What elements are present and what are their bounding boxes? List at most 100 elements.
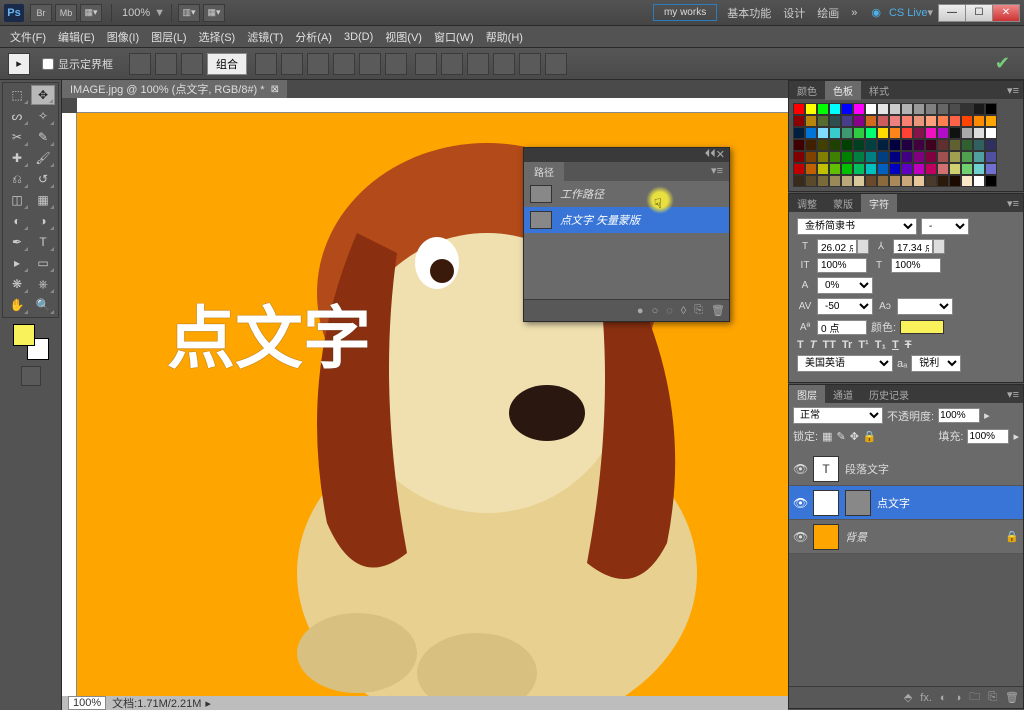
swatch[interactable] xyxy=(793,163,805,175)
hand-tool[interactable]: ✋ xyxy=(5,295,29,315)
strike-button[interactable]: Ŧ xyxy=(905,339,912,351)
swatch[interactable] xyxy=(949,127,961,139)
swatch[interactable] xyxy=(865,163,877,175)
dist-6[interactable] xyxy=(545,53,567,75)
text-color-swatch[interactable] xyxy=(900,320,944,334)
swatch[interactable] xyxy=(805,115,817,127)
swatch[interactable] xyxy=(889,175,901,187)
align-bottom[interactable] xyxy=(307,53,329,75)
tab-swatches[interactable]: 色板 xyxy=(825,81,861,100)
make-path-icon[interactable]: ◊ xyxy=(681,305,686,317)
swatch[interactable] xyxy=(889,151,901,163)
swatch[interactable] xyxy=(985,115,997,127)
workspace-painting[interactable]: 绘画 xyxy=(817,5,839,21)
swatch[interactable] xyxy=(973,103,985,115)
tab-paths[interactable]: 路径 xyxy=(524,162,564,181)
swatch[interactable] xyxy=(937,127,949,139)
swatch[interactable] xyxy=(901,127,913,139)
swatch[interactable] xyxy=(817,103,829,115)
swatch[interactable] xyxy=(877,115,889,127)
bold-button[interactable]: T xyxy=(797,339,804,351)
font-size-input[interactable] xyxy=(817,239,857,254)
superscript-button[interactable]: T¹ xyxy=(858,339,868,351)
bridge-button[interactable]: Br xyxy=(30,4,52,22)
fill-path-icon[interactable]: ● xyxy=(637,305,644,317)
swatch[interactable] xyxy=(841,163,853,175)
swatch[interactable] xyxy=(961,127,973,139)
swatch[interactable] xyxy=(985,151,997,163)
new-path-icon[interactable]: ⎘ xyxy=(694,304,703,317)
underline-button[interactable]: T xyxy=(892,339,899,351)
swatch[interactable] xyxy=(961,115,973,127)
swatch[interactable] xyxy=(973,175,985,187)
group-button[interactable]: 组合 xyxy=(207,53,247,75)
swatch[interactable] xyxy=(985,127,997,139)
tab-mask[interactable]: 蒙版 xyxy=(825,194,861,213)
swatch[interactable] xyxy=(901,139,913,151)
swatch[interactable] xyxy=(925,163,937,175)
minibridge-button[interactable]: Mb xyxy=(55,4,77,22)
swatch[interactable] xyxy=(901,103,913,115)
mask-icon[interactable]: ◐ xyxy=(940,692,947,704)
link-layers-icon[interactable]: ⬘ xyxy=(904,691,912,704)
extras-button[interactable]: ▥▾ xyxy=(178,4,200,22)
arrange-button[interactable]: ▦▾ xyxy=(203,4,225,22)
swatch[interactable] xyxy=(853,115,865,127)
swatch[interactable] xyxy=(913,115,925,127)
swatch[interactable] xyxy=(925,115,937,127)
dist-5[interactable] xyxy=(519,53,541,75)
swatch[interactable] xyxy=(913,175,925,187)
swatch[interactable] xyxy=(853,127,865,139)
swatch[interactable] xyxy=(829,127,841,139)
canvas-text-layer[interactable]: 点文字 xyxy=(167,283,371,382)
swatch[interactable] xyxy=(973,127,985,139)
swatch[interactable] xyxy=(817,151,829,163)
menu-help[interactable]: 帮助(H) xyxy=(480,27,529,47)
swatch[interactable] xyxy=(913,163,925,175)
swatch[interactable] xyxy=(805,175,817,187)
swatch[interactable] xyxy=(805,103,817,115)
swatch[interactable] xyxy=(961,175,973,187)
swatch[interactable] xyxy=(889,139,901,151)
swatch[interactable] xyxy=(829,115,841,127)
show-bounds-checkbox[interactable]: 显示定界框 xyxy=(42,56,113,72)
layer-item-pointtext[interactable]: 👁 点文字 xyxy=(789,486,1023,520)
workspace-myworks[interactable]: my works xyxy=(653,4,717,21)
swatch[interactable] xyxy=(889,103,901,115)
align-vcenter[interactable] xyxy=(281,53,303,75)
swatch[interactable] xyxy=(865,127,877,139)
swatch[interactable] xyxy=(877,139,889,151)
swatch[interactable] xyxy=(961,103,973,115)
workspace-more[interactable]: » xyxy=(851,7,857,19)
dist-2[interactable] xyxy=(441,53,463,75)
cslive-button[interactable]: CS Live xyxy=(889,7,928,19)
align-btn-1[interactable] xyxy=(129,53,151,75)
swatch[interactable] xyxy=(793,175,805,187)
delete-path-icon[interactable]: 🗑 xyxy=(711,304,725,317)
3d-camera-tool[interactable]: ⎈ xyxy=(31,274,55,294)
minimize-button[interactable]: — xyxy=(938,4,966,22)
swatch[interactable] xyxy=(937,163,949,175)
subscript-button[interactable]: T₁ xyxy=(875,339,886,351)
swatch[interactable] xyxy=(829,103,841,115)
path-select-tool[interactable]: ▸ xyxy=(5,253,29,273)
tool-preset[interactable]: ▸ xyxy=(8,53,30,75)
swatch[interactable] xyxy=(841,151,853,163)
swatch[interactable] xyxy=(949,163,961,175)
swatch[interactable] xyxy=(961,139,973,151)
swatch[interactable] xyxy=(829,151,841,163)
quickmask-button[interactable] xyxy=(21,366,41,386)
swatch[interactable] xyxy=(949,115,961,127)
swatch[interactable] xyxy=(901,115,913,127)
collapse-icon[interactable]: ⏴⏴ xyxy=(705,148,716,162)
layer-item-background[interactable]: 👁 背景 🔒 xyxy=(789,520,1023,554)
wand-tool[interactable]: ✧ xyxy=(31,106,55,126)
align-right[interactable] xyxy=(385,53,407,75)
dist-1[interactable] xyxy=(415,53,437,75)
swatch[interactable] xyxy=(865,103,877,115)
swatch[interactable] xyxy=(841,115,853,127)
swatch[interactable] xyxy=(961,163,973,175)
swatch[interactable] xyxy=(793,151,805,163)
menu-select[interactable]: 选择(S) xyxy=(193,27,242,47)
swatch[interactable] xyxy=(877,127,889,139)
